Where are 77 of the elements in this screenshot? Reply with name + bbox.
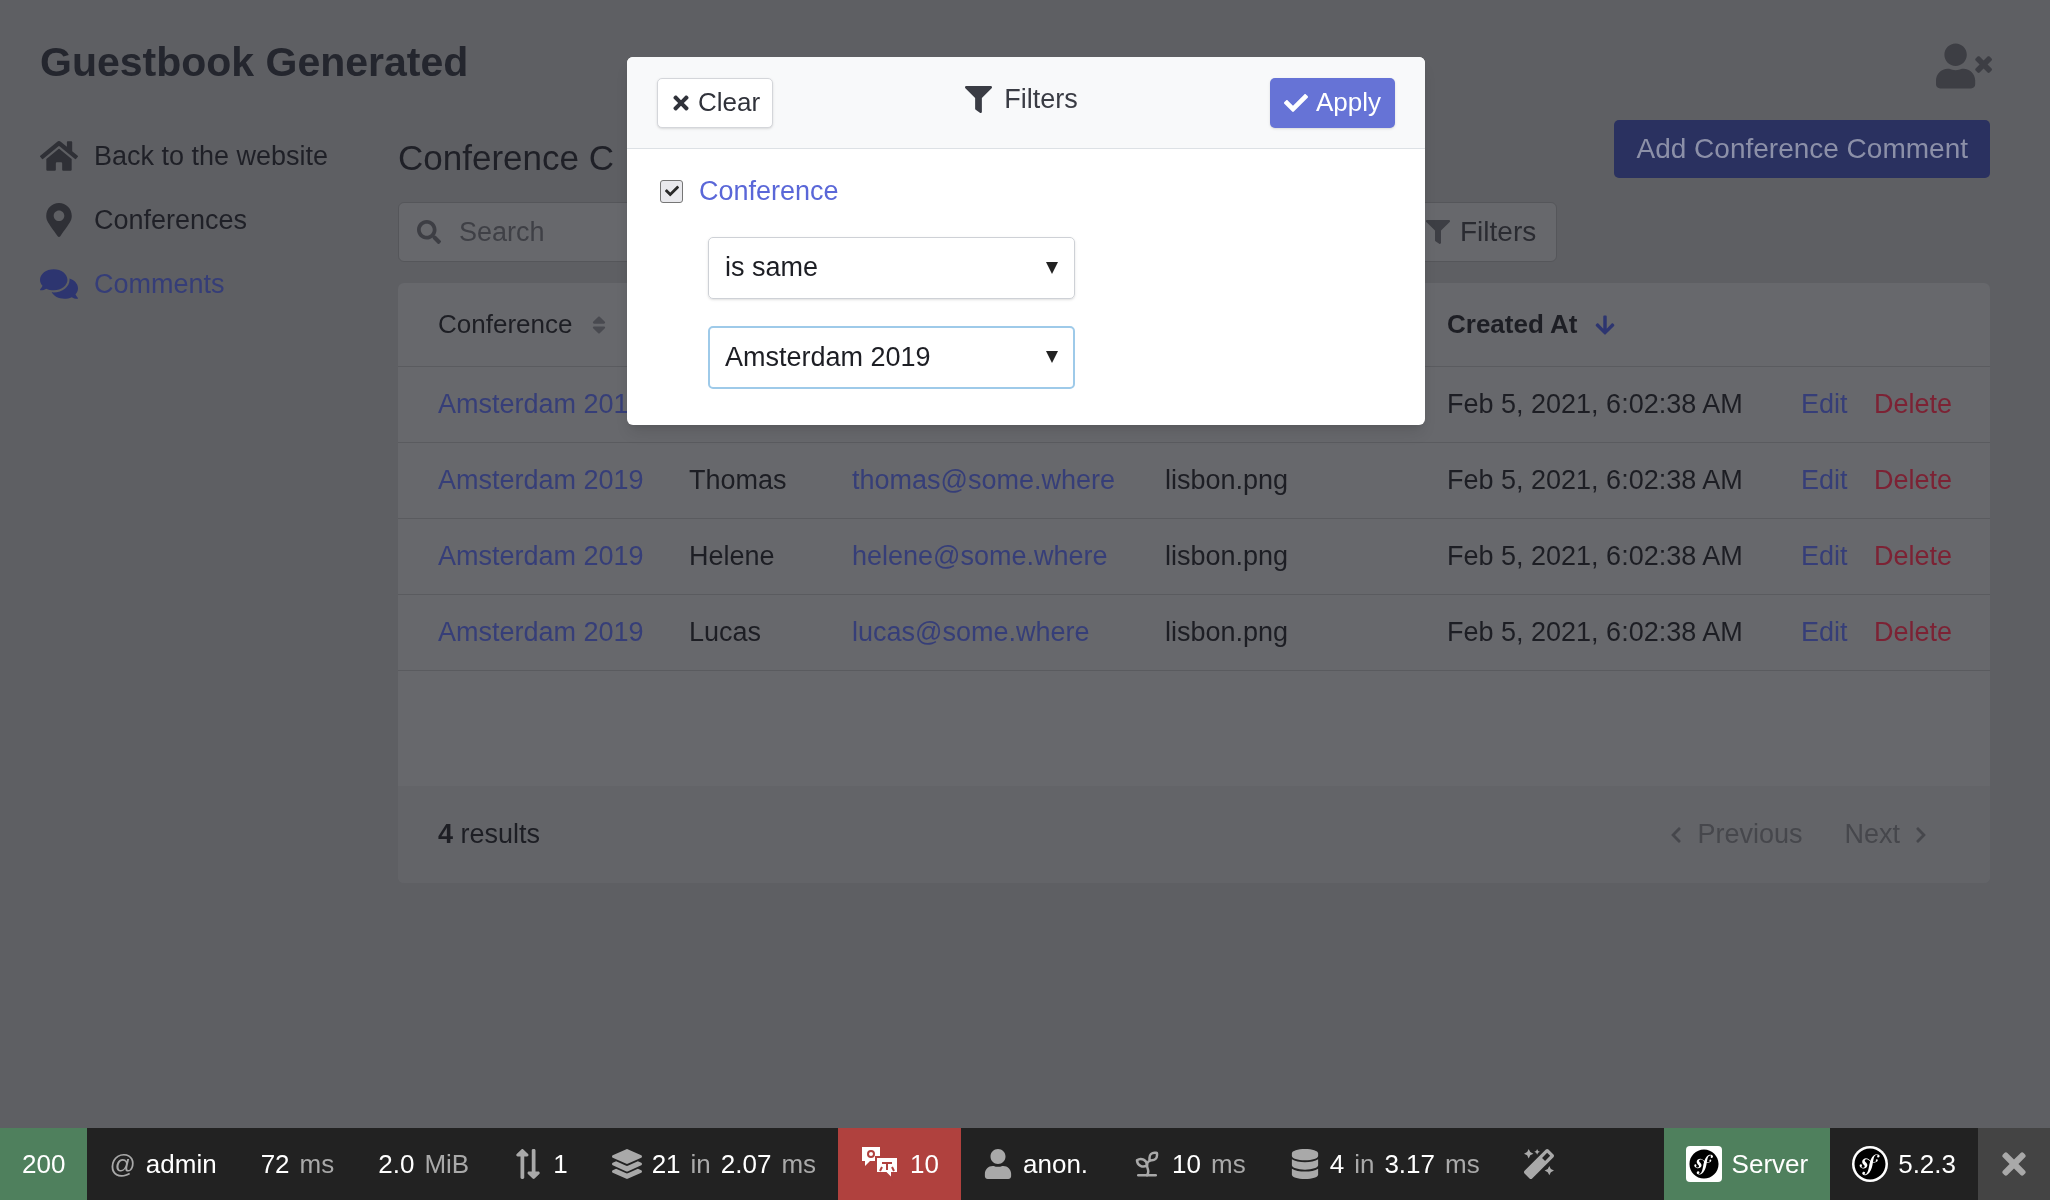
toolbar-item[interactable]: 4 in 3.17 ms <box>1267 1128 1502 1200</box>
toolbar-value: in <box>690 1147 711 1181</box>
toolbar-value: anon. <box>1023 1147 1089 1181</box>
toolbar-item[interactable]: 200 <box>0 1128 88 1200</box>
toolbar-value: 2.07 <box>720 1147 772 1181</box>
toolbar-value: 5.2.3 <box>1898 1147 1956 1181</box>
filter-icon <box>1426 220 1450 244</box>
sidebar-item[interactable]: Back to the website <box>40 124 398 188</box>
toolbar-value: 2.0 <box>378 1147 415 1181</box>
toolbar-value: 1 <box>553 1147 568 1181</box>
layers-icon <box>611 1149 642 1179</box>
toolbar-value: MiB <box>424 1147 470 1181</box>
chat-bubbles-icon <box>40 267 78 301</box>
comparison-select[interactable]: is same <box>708 236 1075 299</box>
app-title: Guestbook Generated <box>40 38 469 87</box>
toolbar-item[interactable]: 72 ms <box>238 1128 357 1200</box>
toolbar-value: in <box>1354 1147 1375 1181</box>
value-select[interactable]: Amsterdam 2019 <box>708 325 1075 389</box>
database-icon <box>1289 1149 1320 1179</box>
delete-link[interactable]: Delete <box>1874 384 1990 425</box>
toolbar-value: 3.17 <box>1384 1147 1435 1181</box>
table-cell-text: Helene <box>689 540 776 574</box>
delete-link[interactable]: Delete <box>1874 460 1990 501</box>
toolbar-value: ms <box>1211 1147 1246 1181</box>
user-icon <box>983 1149 1013 1179</box>
sort-down-icon <box>1593 313 1616 336</box>
table-cell-text: Feb 5, 2021, 6:02:38 AM <box>1447 388 1744 422</box>
toolbar-value: 200 <box>22 1147 66 1181</box>
table-cell-text: Feb 5, 2021, 6:02:38 AM <box>1447 616 1744 650</box>
apply-button[interactable]: Apply <box>1269 77 1395 128</box>
check-icon <box>664 184 679 199</box>
table-cell-text: Thomas <box>689 464 788 498</box>
filter-label[interactable]: Conference <box>699 171 839 212</box>
toolbar-value: 10 <box>1172 1147 1201 1181</box>
home-icon <box>40 139 78 173</box>
toolbar-item[interactable]: 5.2.3 <box>1830 1128 1978 1200</box>
toolbar-value: ms <box>781 1147 817 1181</box>
close-button[interactable] <box>1978 1128 2050 1200</box>
toolbar-value: 72 <box>260 1147 290 1181</box>
dialog-title: Filters <box>965 79 1078 120</box>
results-count: 4 results <box>438 818 541 852</box>
sidebar-item[interactable]: Conferences <box>40 188 398 252</box>
toolbar-item[interactable]: 21 in 2.07 ms <box>589 1128 839 1200</box>
toolbar-item[interactable]: anon. <box>961 1128 1111 1200</box>
toolbar-value: 4 <box>1329 1147 1345 1181</box>
table-cell-text: lisbon.png <box>1165 616 1290 650</box>
symfony-logo-icon <box>1685 1146 1722 1182</box>
column-header[interactable]: Created At <box>1447 305 1801 344</box>
search-icon <box>417 220 441 244</box>
clear-button[interactable]: Clear <box>657 77 774 128</box>
toolbar-value: @ <box>109 1147 136 1181</box>
toolbar-item[interactable]: @ admin <box>87 1128 239 1200</box>
delete-link[interactable]: Delete <box>1874 536 1990 577</box>
toolbar-value: admin <box>145 1147 217 1181</box>
add-comment-button[interactable]: Add Conference Comment <box>1614 120 1990 178</box>
toolbar-value: 10 <box>910 1147 939 1181</box>
table-cell-text: Lucas <box>689 616 763 650</box>
toolbar-item[interactable]: 2.0 MiB <box>356 1128 492 1200</box>
column-header[interactable]: Conference <box>438 305 689 344</box>
magic-wand-icon <box>1523 1149 1554 1179</box>
delete-link[interactable]: Delete <box>1874 612 1990 653</box>
table-cell-text: Feb 5, 2021, 6:02:38 AM <box>1447 464 1744 498</box>
toolbar-value: ms <box>299 1147 335 1181</box>
toolbar-value: 21 <box>651 1147 681 1181</box>
symfony-logo-icon <box>1852 1146 1889 1182</box>
filter-checkbox[interactable] <box>660 179 683 203</box>
filter-icon <box>965 86 993 113</box>
table-cell-text: lisbon.png <box>1165 464 1290 498</box>
toolbar-item[interactable]: 1 <box>491 1128 590 1200</box>
toolbar-value: ms <box>1445 1147 1480 1181</box>
toolbar-item[interactable]: 10 <box>838 1128 961 1200</box>
toolbar-item[interactable]: 10 ms <box>1110 1128 1268 1200</box>
page-heading: Conference C <box>398 138 614 178</box>
toolbar-value: Server <box>1731 1147 1809 1181</box>
toolbar-item[interactable]: Server <box>1663 1128 1831 1200</box>
table-cell-text: Feb 5, 2021, 6:02:38 AM <box>1447 540 1744 574</box>
table-cell-text: lisbon.png <box>1165 540 1290 574</box>
